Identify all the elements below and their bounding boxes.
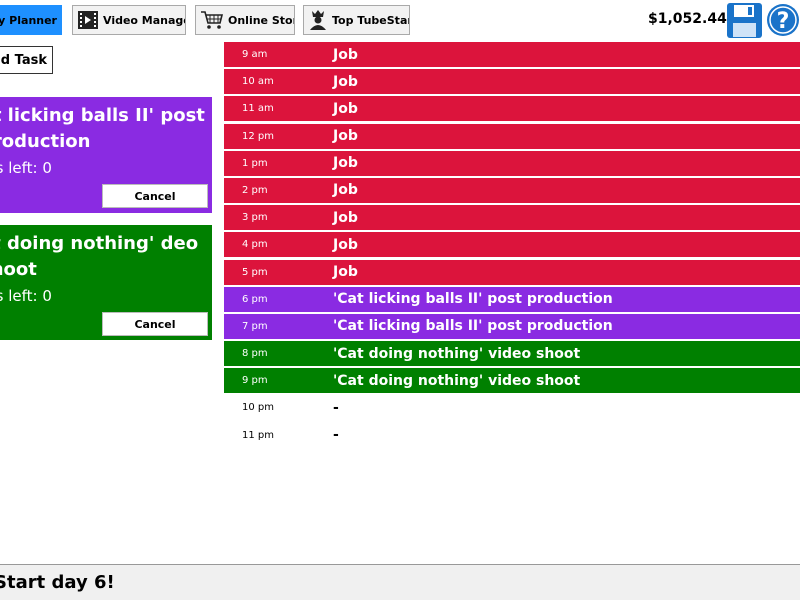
task-card-hours: urs left: 0 bbox=[0, 159, 52, 177]
start-day-button[interactable]: Start day 6! bbox=[0, 564, 800, 600]
slot-time: 11 pm bbox=[242, 429, 274, 441]
slot-time: 4 pm bbox=[242, 239, 268, 251]
slot-task: Job bbox=[333, 128, 358, 145]
top-tubestars-tab[interactable]: Top TubeStars bbox=[303, 5, 410, 35]
slot-time: 11 am bbox=[242, 103, 274, 115]
film-icon bbox=[78, 11, 98, 29]
slot-time: 5 pm bbox=[242, 266, 268, 278]
task-card-title: at doing nothing' deo shoot bbox=[0, 233, 199, 280]
add-task-label: dd Task bbox=[0, 52, 47, 68]
schedule-slot[interactable]: 7 pm 'Cat licking balls II' post producti… bbox=[224, 313, 800, 339]
schedule-slot[interactable]: 3 pm Job bbox=[224, 205, 800, 231]
star-person-icon bbox=[310, 10, 326, 30]
cancel-task-button[interactable]: Cancel bbox=[102, 184, 208, 208]
money-balance: $1,052.44 bbox=[648, 11, 727, 27]
svg-text:?: ? bbox=[777, 9, 790, 34]
slot-task: Job bbox=[333, 100, 358, 117]
daily-schedule: 9 am Job 10 am Job 11 am Job 12 pm Job 1 pm J… bbox=[224, 42, 800, 450]
slot-time: 2 pm bbox=[242, 184, 268, 196]
schedule-slot[interactable]: 1 pm Job bbox=[224, 150, 800, 176]
schedule-slot[interactable]: 6 pm 'Cat licking balls II' post producti… bbox=[224, 286, 800, 312]
start-day-label: Start day 6! bbox=[0, 572, 115, 593]
daily-planner-label: aily Planner bbox=[0, 13, 57, 27]
top-tubestars-label: Top TubeStars bbox=[332, 13, 409, 27]
slot-task: Job bbox=[333, 236, 358, 253]
slot-task: 'Cat licking balls II' post production bbox=[333, 291, 613, 308]
task-card: nt licking balls II' post production urs… bbox=[0, 97, 212, 213]
schedule-slot[interactable]: 10 am Job bbox=[224, 69, 800, 95]
add-task-button[interactable]: dd Task bbox=[0, 46, 53, 74]
slot-time: 8 pm bbox=[242, 348, 268, 360]
task-card-title: nt licking balls II' post production bbox=[0, 105, 205, 152]
online-store-label: Online Store bbox=[228, 13, 294, 27]
slot-time: 3 pm bbox=[242, 212, 268, 224]
schedule-slot[interactable]: 11 pm - bbox=[224, 423, 800, 448]
task-card-hours: urs left: 0 bbox=[0, 287, 52, 305]
schedule-slot[interactable]: 12 pm Job bbox=[224, 123, 800, 149]
shopping-cart-icon bbox=[201, 11, 224, 29]
slot-task: 'Cat licking balls II' post production bbox=[333, 318, 613, 335]
slot-time: 7 pm bbox=[242, 320, 268, 332]
schedule-slot[interactable]: 10 pm - bbox=[224, 395, 800, 420]
task-card: at doing nothing' deo shoot urs left: 0 … bbox=[0, 225, 212, 340]
slot-time: 9 pm bbox=[242, 375, 268, 387]
slot-task: - bbox=[333, 427, 339, 444]
slot-task: Job bbox=[333, 209, 358, 226]
slot-time: 10 pm bbox=[242, 402, 274, 414]
slot-task: Job bbox=[333, 264, 358, 280]
video-manager-label: Video Manager bbox=[103, 13, 185, 27]
cancel-task-button[interactable]: Cancel bbox=[102, 312, 208, 336]
schedule-slot[interactable]: 4 pm Job bbox=[224, 232, 800, 258]
slot-time: 6 pm bbox=[242, 293, 268, 305]
schedule-slot[interactable]: 9 am Job bbox=[224, 42, 800, 67]
help-icon[interactable]: ? bbox=[766, 3, 800, 37]
save-icon[interactable] bbox=[726, 2, 763, 39]
schedule-slot[interactable]: 8 pm 'Cat doing nothing' video shoot bbox=[224, 341, 800, 367]
video-manager-tab[interactable]: Video Manager bbox=[72, 5, 186, 35]
slot-task: Job bbox=[333, 182, 358, 199]
slot-time: 9 am bbox=[242, 49, 268, 60]
slot-task: 'Cat doing nothing' video shoot bbox=[333, 372, 581, 389]
schedule-slot[interactable]: 11 am Job bbox=[224, 96, 800, 122]
schedule-slot[interactable]: 9 pm 'Cat doing nothing' video shoot bbox=[224, 368, 800, 394]
slot-task: Job bbox=[333, 155, 358, 172]
daily-planner-tab[interactable]: aily Planner bbox=[0, 5, 62, 35]
schedule-slot[interactable]: 5 pm Job bbox=[224, 259, 800, 285]
slot-time: 1 pm bbox=[242, 157, 268, 169]
slot-task: Job bbox=[333, 46, 358, 63]
schedule-slot[interactable]: 2 pm Job bbox=[224, 177, 800, 203]
online-store-tab[interactable]: Online Store bbox=[195, 5, 295, 35]
slot-task: 'Cat doing nothing' video shoot bbox=[333, 345, 581, 362]
slot-task: Job bbox=[333, 73, 358, 90]
slot-time: 10 am bbox=[242, 76, 274, 88]
slot-time: 12 pm bbox=[242, 130, 274, 142]
slot-task: - bbox=[333, 399, 339, 416]
